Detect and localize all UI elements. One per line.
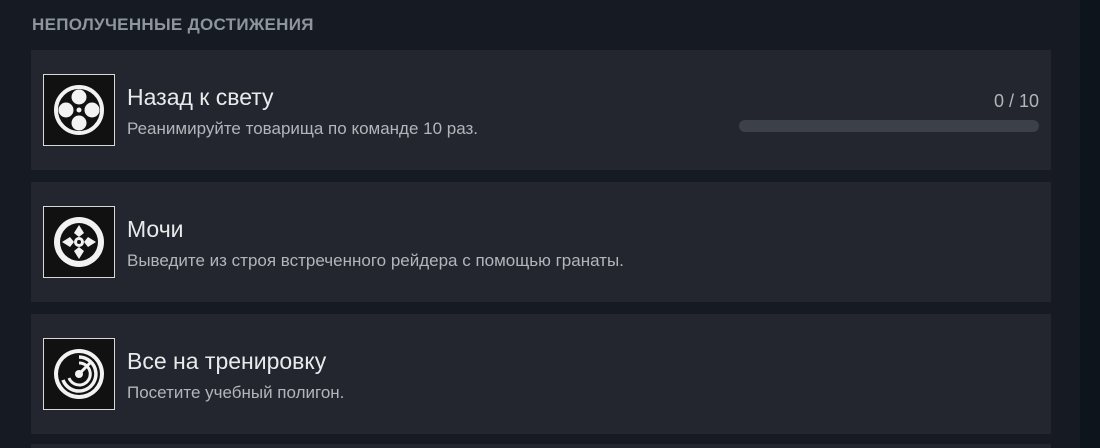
scroll-gutter — [1080, 0, 1100, 448]
achievement-progress-bar — [739, 120, 1039, 132]
achievement-description: Реанимируйте товарища по команде 10 раз. — [127, 119, 479, 138]
achievement-title: Назад к свету — [127, 84, 274, 110]
training-target-icon — [54, 349, 104, 399]
achievement-card[interactable]: Назад к свету Реанимируйте товарища по к… — [31, 50, 1051, 170]
achievement-description: Посетите учебный полигон. — [127, 383, 345, 402]
achievement-card-partial — [31, 444, 1051, 448]
achievements-panel: НЕПОЛУЧЕННЫЕ ДОСТИЖЕНИЯ Назад к свету Ре… — [0, 0, 1080, 448]
achievement-icon-frame — [43, 74, 115, 146]
achievement-card[interactable]: Все на тренировку Посетите учебный полиг… — [31, 314, 1051, 434]
achievement-title: Мочи — [127, 216, 184, 242]
section-title: НЕПОЛУЧЕННЫЕ ДОСТИЖЕНИЯ — [32, 15, 314, 34]
grenade-burst-icon — [54, 217, 104, 267]
achievement-card[interactable]: Мочи Выведите из строя встреченного рейд… — [31, 182, 1051, 302]
achievement-icon-frame — [43, 206, 115, 278]
revive-icon — [54, 85, 104, 135]
achievement-description: Выведите из строя встреченного рейдера с… — [127, 251, 624, 270]
achievement-title: Все на тренировку — [127, 348, 327, 374]
achievement-progress-text: 0 / 10 — [993, 91, 1039, 111]
achievement-icon-frame — [43, 338, 115, 410]
